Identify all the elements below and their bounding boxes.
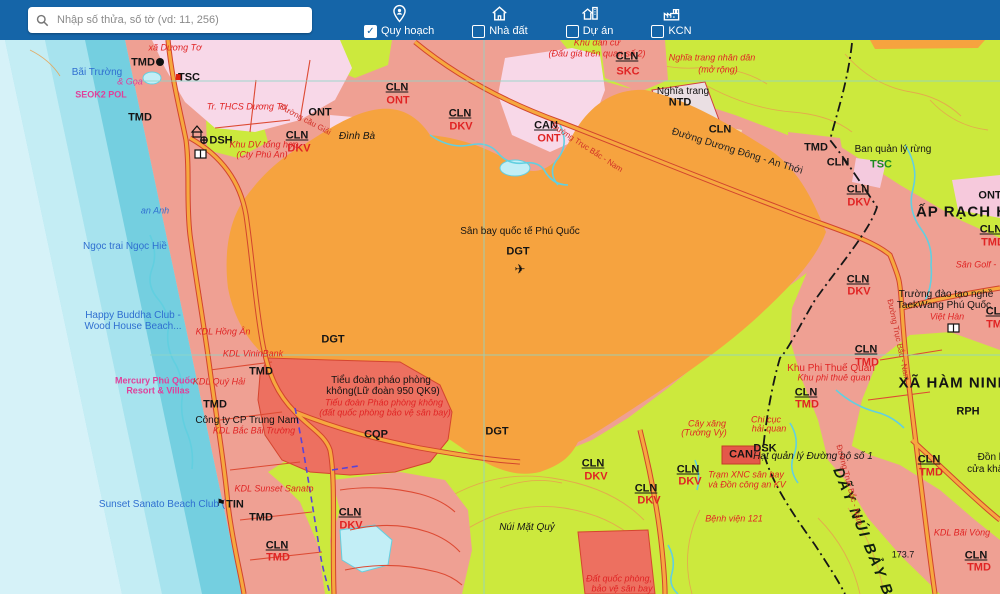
toolbar: ✓ Quy hoạch Nhà đất Dự án KCN bbox=[0, 0, 1000, 40]
planning-pin-icon bbox=[390, 3, 409, 23]
map-canvas[interactable] bbox=[0, 40, 1000, 594]
layer-label: Quy hoạch bbox=[381, 25, 434, 37]
tsc-marker bbox=[176, 74, 182, 80]
layer-label: Dự án bbox=[583, 25, 614, 37]
layer-toggle-du-an[interactable]: Dự án bbox=[566, 3, 614, 38]
layer-toggle-nha-dat[interactable]: Nhà đất bbox=[472, 3, 528, 38]
checkbox[interactable] bbox=[651, 25, 664, 38]
layer-label: Nhà đất bbox=[489, 25, 528, 37]
book-icon bbox=[948, 324, 959, 332]
search-icon bbox=[36, 14, 49, 27]
layer-label: KCN bbox=[668, 25, 691, 37]
layer-toggle-quy-hoach[interactable]: ✓ Quy hoạch bbox=[364, 3, 434, 38]
search-box[interactable] bbox=[28, 7, 312, 33]
factory-icon bbox=[661, 3, 682, 23]
house-icon bbox=[490, 3, 509, 23]
project-building-icon bbox=[580, 3, 600, 23]
checkbox[interactable]: ✓ bbox=[364, 25, 377, 38]
search-input[interactable] bbox=[55, 13, 304, 27]
checkbox[interactable] bbox=[566, 25, 579, 38]
checkbox[interactable] bbox=[472, 25, 485, 38]
layer-toggle-bar: ✓ Quy hoạch Nhà đất Dự án KCN bbox=[364, 3, 692, 38]
layer-toggle-kcn[interactable]: KCN bbox=[651, 3, 691, 38]
map-application: ✓ Quy hoạch Nhà đất Dự án KCN bbox=[0, 0, 1000, 594]
book-icon bbox=[195, 150, 206, 158]
point-marker bbox=[156, 58, 164, 66]
